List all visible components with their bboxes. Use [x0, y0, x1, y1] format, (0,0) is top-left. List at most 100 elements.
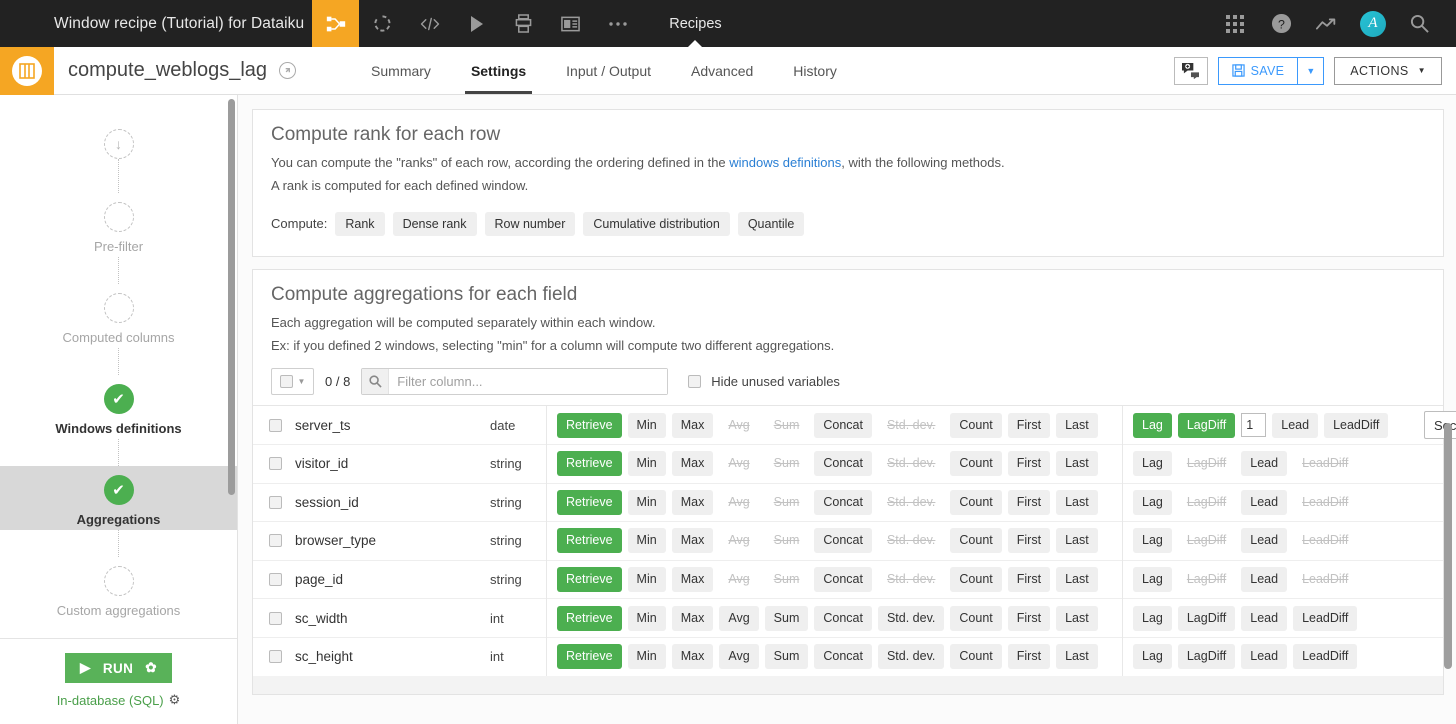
agg-button-lagdiff[interactable]: LagDiff — [1178, 528, 1235, 553]
agg-button-first[interactable]: First — [1007, 528, 1051, 554]
agg-button-lagdiff[interactable]: LagDiff — [1177, 644, 1236, 670]
agg-button-lag[interactable]: Lag — [1133, 605, 1172, 631]
sidebar-step-aggregations[interactable]: ✔ Aggregations — [0, 466, 237, 530]
agg-button-std-dev[interactable]: Std. dev. — [878, 567, 944, 592]
agg-button-count[interactable]: Count — [950, 644, 1002, 670]
agg-button-sum[interactable]: Sum — [764, 605, 809, 631]
agg-button-last[interactable]: Last — [1056, 451, 1098, 477]
save-button[interactable]: SAVE — [1217, 56, 1299, 85]
rank-option-cumulative-distribution[interactable]: Cumulative distribution — [583, 211, 730, 236]
agg-button-lagdiff[interactable]: LagDiff — [1178, 490, 1235, 515]
actions-button[interactable]: ACTIONS ▼ — [1334, 56, 1442, 85]
agg-button-leaddiff[interactable]: LeadDiff — [1293, 605, 1358, 631]
agg-button-count[interactable]: Count — [950, 567, 1002, 593]
agg-button-lead[interactable]: Lead — [1272, 412, 1319, 438]
agg-button-lead[interactable]: Lead — [1241, 528, 1288, 554]
play-icon[interactable] — [453, 0, 500, 47]
agg-button-leaddiff[interactable]: LeadDiff — [1293, 644, 1358, 670]
agg-button-last[interactable]: Last — [1056, 412, 1098, 438]
agg-button-min[interactable]: Min — [627, 644, 666, 670]
hide-unused-variables-toggle[interactable]: Hide unused variables — [688, 374, 840, 389]
agg-button-lag[interactable]: Lag — [1133, 644, 1172, 670]
agg-button-lead[interactable]: Lead — [1241, 605, 1288, 631]
agg-button-count[interactable]: Count — [950, 451, 1002, 477]
agg-button-lead[interactable]: Lead — [1241, 451, 1288, 477]
sidebar-scrollbar[interactable] — [228, 99, 235, 495]
agg-button-max[interactable]: Max — [671, 489, 714, 515]
agg-button-lagdiff[interactable]: LagDiff — [1177, 605, 1236, 631]
search-icon[interactable] — [1396, 0, 1442, 47]
agg-button-lag[interactable]: Lag — [1133, 567, 1172, 593]
run-button[interactable]: ▶ RUN ✿ — [65, 653, 172, 683]
nav-recipes[interactable]: Recipes — [663, 0, 727, 47]
agg-button-lead[interactable]: Lead — [1241, 489, 1288, 515]
agg-button-lagdiff[interactable]: LagDiff — [1178, 567, 1235, 592]
agg-button-avg[interactable]: Avg — [719, 644, 759, 670]
agg-button-first[interactable]: First — [1007, 412, 1051, 438]
agg-button-concat[interactable]: Concat — [814, 451, 872, 477]
row-checkbox[interactable] — [269, 611, 282, 625]
agg-button-concat[interactable]: Concat — [814, 567, 872, 593]
agg-button-concat[interactable]: Concat — [814, 644, 872, 670]
agg-button-max[interactable]: Max — [671, 412, 714, 438]
agg-button-sum[interactable]: Sum — [765, 567, 809, 592]
agg-button-lagdiff[interactable]: LagDiff — [1178, 451, 1235, 476]
recipe-flow-icon[interactable] — [312, 0, 360, 47]
agg-button-leaddiff[interactable]: LeadDiff — [1293, 490, 1357, 515]
agg-button-avg[interactable]: Avg — [719, 490, 758, 515]
agg-button-last[interactable]: Last — [1056, 528, 1098, 554]
agg-button-concat[interactable]: Concat — [814, 605, 872, 631]
notebook-icon[interactable] — [500, 0, 547, 47]
agg-button-sum[interactable]: Sum — [765, 413, 809, 438]
agg-button-first[interactable]: First — [1007, 605, 1051, 631]
gear-icon[interactable]: ✿ — [145, 660, 157, 676]
agg-button-concat[interactable]: Concat — [814, 489, 872, 515]
row-checkbox[interactable] — [269, 534, 282, 548]
agg-button-min[interactable]: Min — [627, 412, 666, 438]
rank-option-row-number[interactable]: Row number — [484, 211, 576, 236]
agg-button-lead[interactable]: Lead — [1241, 567, 1288, 593]
agg-button-retrieve[interactable]: Retrieve — [557, 412, 622, 438]
agg-button-retrieve[interactable]: Retrieve — [557, 567, 622, 593]
agg-button-std-dev[interactable]: Std. dev. — [877, 605, 945, 631]
tab-input-output[interactable]: Input / Output — [546, 47, 671, 94]
trending-icon[interactable] — [1304, 0, 1350, 47]
sidebar-step-pre-filter[interactable]: Pre-filter — [0, 193, 237, 257]
agg-button-retrieve[interactable]: Retrieve — [557, 451, 622, 477]
row-checkbox[interactable] — [269, 457, 282, 471]
agg-button-lag[interactable]: Lag — [1133, 489, 1172, 515]
help-icon[interactable]: ? — [1258, 0, 1304, 47]
agg-button-leaddiff[interactable]: LeadDiff — [1293, 528, 1357, 553]
agg-button-avg[interactable]: Avg — [719, 413, 758, 438]
agg-button-std-dev[interactable]: Std. dev. — [878, 528, 944, 553]
select-all-dropdown[interactable]: ▼ — [271, 368, 314, 396]
agg-button-std-dev[interactable]: Std. dev. — [878, 413, 944, 438]
agg-button-max[interactable]: Max — [671, 644, 714, 670]
agg-button-min[interactable]: Min — [627, 451, 666, 477]
agg-button-lag[interactable]: Lag — [1133, 528, 1172, 554]
agg-button-first[interactable]: First — [1007, 644, 1051, 670]
code-icon[interactable] — [406, 0, 453, 47]
agg-button-count[interactable]: Count — [950, 605, 1002, 631]
agg-button-sum[interactable]: Sum — [765, 451, 809, 476]
agg-button-retrieve[interactable]: Retrieve — [557, 528, 622, 554]
agg-button-sum[interactable]: Sum — [765, 490, 809, 515]
agg-button-sum[interactable]: Sum — [765, 528, 809, 553]
agg-button-sum[interactable]: Sum — [764, 644, 809, 670]
recipe-status-icon[interactable] — [279, 62, 297, 79]
agg-button-retrieve[interactable]: Retrieve — [557, 605, 622, 631]
agg-button-min[interactable]: Min — [627, 489, 666, 515]
agg-button-last[interactable]: Last — [1056, 567, 1098, 593]
sidebar-step-windows-definitions[interactable]: ✔ Windows definitions — [0, 375, 237, 439]
agg-button-first[interactable]: First — [1007, 567, 1051, 593]
rank-option-dense-rank[interactable]: Dense rank — [392, 211, 477, 236]
sidebar-step-input[interactable]: ↓ — [0, 95, 237, 159]
row-checkbox[interactable] — [269, 418, 282, 432]
sidebar-step-computed-columns[interactable]: Computed columns — [0, 284, 237, 348]
agg-button-first[interactable]: First — [1007, 451, 1051, 477]
avatar[interactable]: A — [1350, 0, 1396, 47]
windows-definitions-link[interactable]: windows definitions — [729, 155, 841, 170]
discussions-icon[interactable] — [1173, 56, 1208, 85]
agg-button-avg[interactable]: Avg — [719, 528, 758, 553]
agg-button-max[interactable]: Max — [671, 451, 714, 477]
